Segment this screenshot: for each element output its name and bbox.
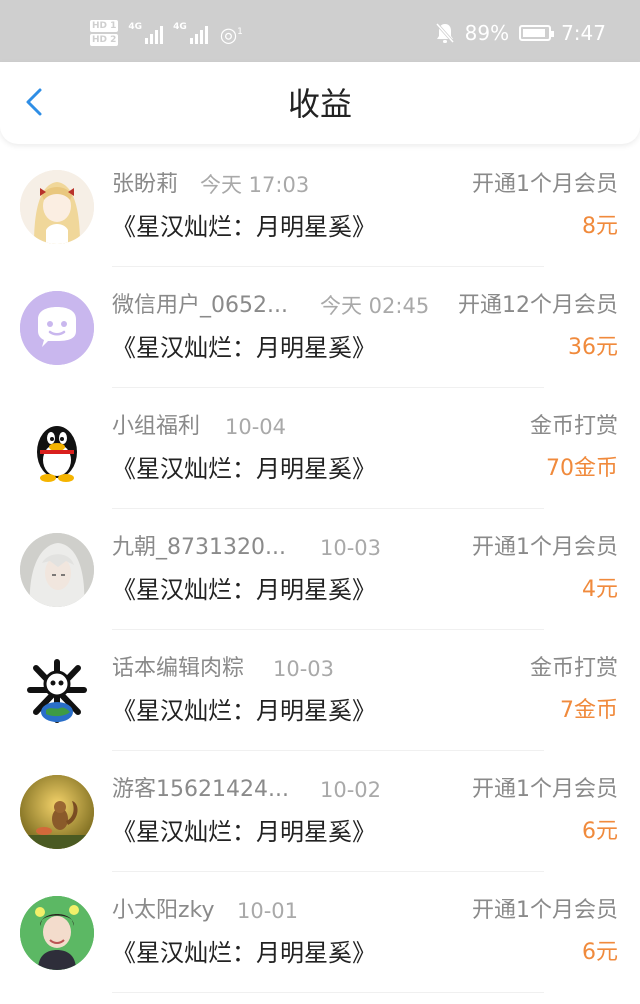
list-item[interactable]: 张盼莉 今天 17:03 开通1个月会员 《星汉灿烂：月明星奚》 8元 [0, 146, 640, 267]
payer-name: 小太阳zky [112, 898, 215, 923]
hd-indicators: HD 1 HD 2 [90, 20, 119, 46]
payment-time: 10-03 [320, 536, 382, 560]
payment-amount: 8元 [582, 214, 618, 239]
list-item[interactable]: 九朝_8731320... 10-03 开通1个月会员 《星汉灿烂：月明星奚》 … [0, 509, 640, 630]
payment-amount: 36元 [568, 335, 618, 360]
payment-amount: 70金币 [546, 456, 618, 481]
payment-type: 开通1个月会员 [472, 172, 618, 197]
wechat-default-avatar [20, 291, 94, 365]
book-title: 《星汉灿烂：月明星奚》 [112, 334, 376, 362]
payer-name: 微信用户_0652... [112, 293, 288, 318]
young-man-avatar [20, 896, 94, 970]
hotspot-badge: 1 [237, 26, 243, 37]
status-bar-right: 89% 7:47 [435, 18, 606, 48]
status-bar: HD 1 HD 2 4G 4G ◎1 89% 7:47 [0, 0, 640, 62]
book-title: 《星汉灿烂：月明星奚》 [112, 818, 376, 846]
squirrel-avatar [20, 775, 94, 849]
bell-muted-icon [435, 23, 454, 43]
earnings-list: 张盼莉 今天 17:03 开通1个月会员 《星汉灿烂：月明星奚》 8元 微信用户… [0, 146, 640, 993]
signal-strength-icon-2: 4G [173, 22, 208, 44]
list-item[interactable]: 话本编辑肉粽 10-03 金币打赏 《星汉灿烂：月明星奚》 7金币 [0, 630, 640, 751]
signal-strength-icon: 4G [128, 22, 164, 44]
payment-time: 今天 17:03 [200, 173, 310, 197]
payment-amount: 4元 [582, 577, 618, 602]
payment-amount: 6元 [582, 819, 618, 844]
list-item[interactable]: 小太阳zky 10-01 开通1个月会员 《星汉灿烂：月明星奚》 6元 [0, 872, 640, 993]
list-item[interactable]: 游客15621424... 10-02 开通1个月会员 《星汉灿烂：月明星奚》 … [0, 751, 640, 872]
payer-name: 话本编辑肉粽 [112, 656, 245, 681]
payment-time: 今天 02:45 [320, 294, 430, 318]
status-bar-left: HD 1 HD 2 4G 4G ◎1 [90, 18, 243, 48]
payer-name: 张盼莉 [112, 172, 179, 197]
payment-time: 10-03 [273, 657, 335, 681]
payer-name: 小组福利 [112, 414, 201, 439]
skull-globe-avatar [20, 654, 94, 728]
payment-type: 开通1个月会员 [472, 535, 618, 560]
payment-type: 金币打赏 [529, 656, 618, 681]
payment-time: 10-04 [225, 415, 287, 439]
payment-type: 开通12个月会员 [458, 293, 618, 318]
signal2-label: 4G [173, 22, 187, 32]
signal1-label: 4G [128, 22, 143, 32]
payment-amount: 6元 [582, 940, 618, 965]
battery-icon [519, 25, 555, 41]
book-title: 《星汉灿烂：月明星奚》 [112, 697, 376, 725]
book-title: 《星汉灿烂：月明星奚》 [112, 939, 376, 967]
nav-header: 收益 [0, 62, 640, 144]
battery-percent: 89% [464, 21, 510, 45]
hotspot-icon: ◎1 [219, 22, 243, 47]
qq-penguin-avatar [20, 412, 94, 486]
list-item[interactable]: 微信用户_0652... 今天 02:45 开通12个月会员 《星汉灿烂：月明星… [0, 267, 640, 388]
payment-type: 开通1个月会员 [472, 777, 618, 802]
payer-name: 游客15621424... [112, 777, 289, 802]
book-title: 《星汉灿烂：月明星奚》 [112, 576, 376, 604]
white-hair-character-avatar [20, 533, 94, 607]
hd2-badge: HD 2 [90, 34, 119, 46]
book-title: 《星汉灿烂：月明星奚》 [112, 213, 376, 241]
book-title: 《星汉灿烂：月明星奚》 [112, 455, 376, 483]
payment-amount: 7金币 [560, 698, 618, 723]
page-title: 收益 [287, 85, 352, 123]
list-item[interactable]: 小组福利 10-04 金币打赏 《星汉灿烂：月明星奚》 70金币 [0, 388, 640, 509]
payment-type: 开通1个月会员 [472, 898, 618, 923]
anime-girl-avatar [20, 170, 94, 244]
clock: 7:47 [561, 21, 606, 45]
hd1-badge: HD 1 [90, 20, 119, 32]
payment-time: 10-01 [237, 899, 299, 923]
payment-type: 金币打赏 [529, 414, 618, 439]
payer-name: 九朝_8731320... [112, 535, 286, 560]
divider [112, 992, 544, 993]
payment-time: 10-02 [320, 778, 382, 802]
